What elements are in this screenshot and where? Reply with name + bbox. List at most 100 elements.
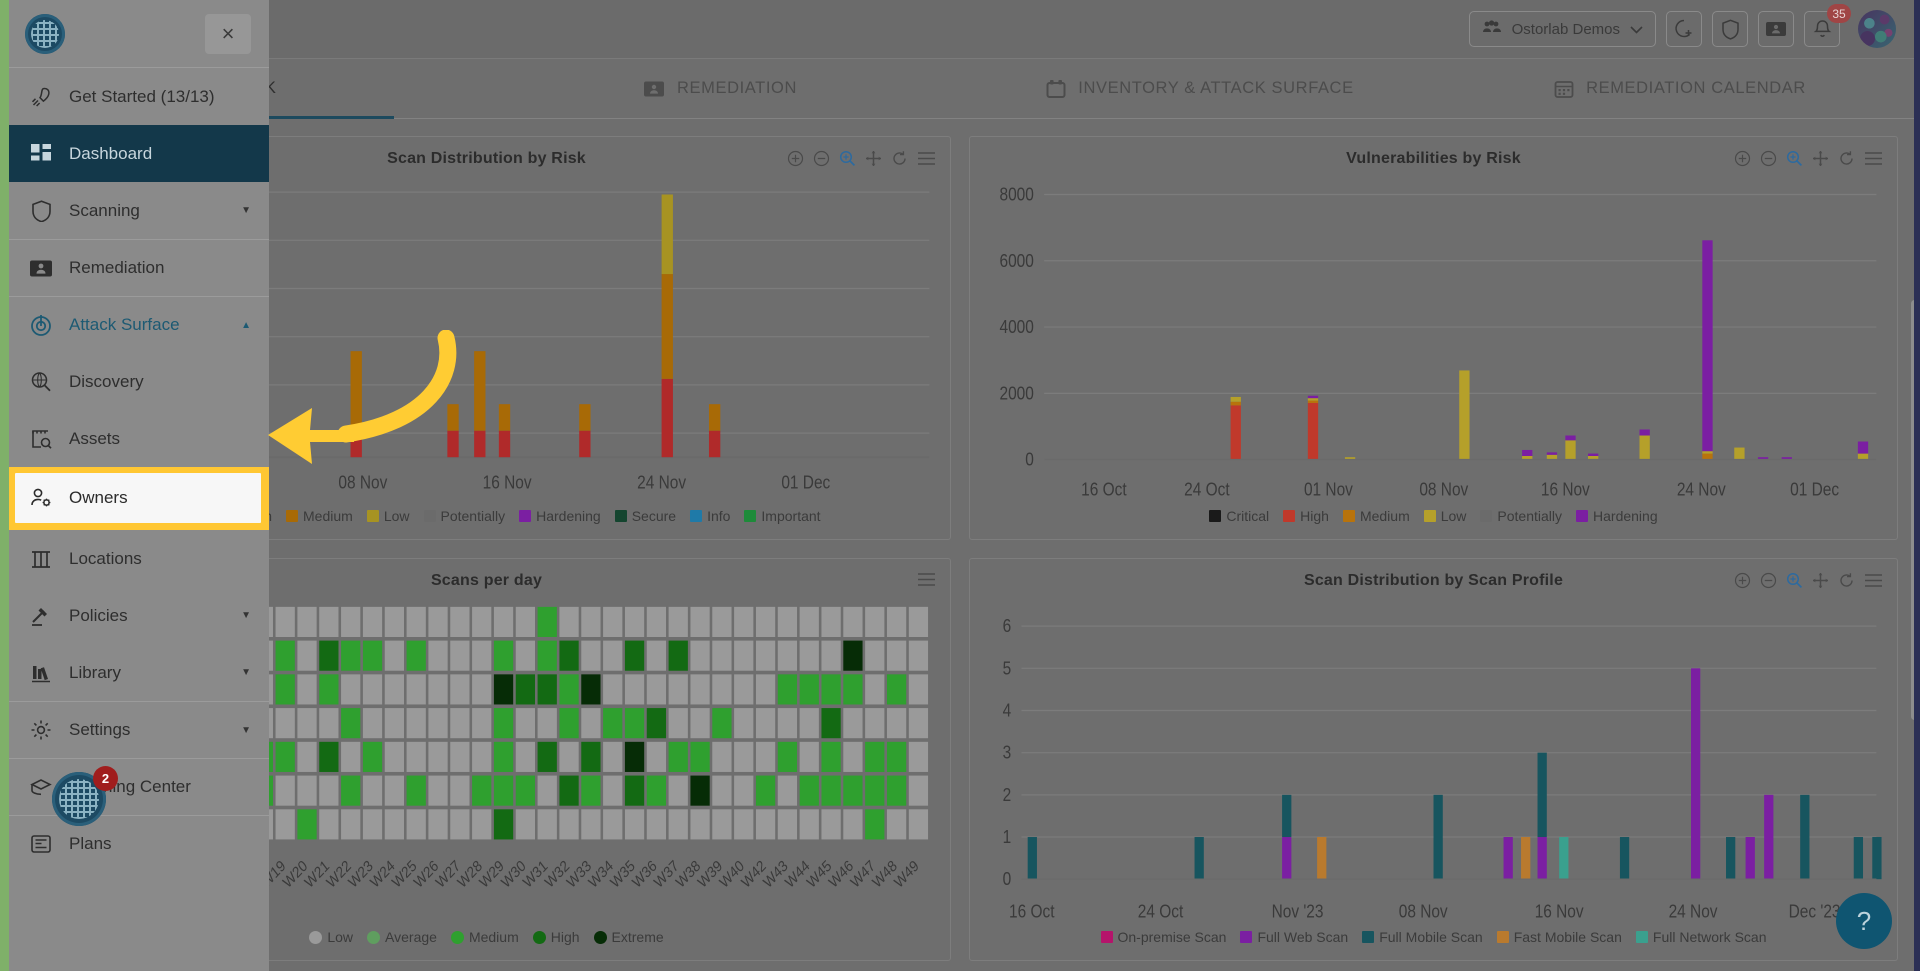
heatmap-cell[interactable] bbox=[493, 606, 514, 637]
sidebar-item-policies[interactable]: Policies ▼ bbox=[9, 587, 269, 644]
heatmap-cell[interactable] bbox=[341, 741, 361, 772]
selection-zoom-icon[interactable] bbox=[839, 150, 856, 167]
add-scan-icon[interactable] bbox=[1666, 11, 1702, 47]
pan-icon[interactable] bbox=[1812, 572, 1829, 589]
zoom-out-icon[interactable] bbox=[813, 150, 830, 167]
pan-icon[interactable] bbox=[865, 150, 882, 167]
legend-item[interactable]: Info bbox=[690, 508, 730, 524]
heatmap-cell[interactable] bbox=[755, 741, 776, 772]
heatmap-cell[interactable] bbox=[712, 775, 732, 806]
heatmap-cell[interactable] bbox=[712, 808, 732, 839]
heatmap-cell[interactable] bbox=[472, 741, 492, 772]
heatmap-cell[interactable] bbox=[908, 673, 929, 704]
tab-inventory-attack-surface[interactable]: INVENTORY & ATTACK SURFACE bbox=[960, 59, 1440, 119]
heatmap-cell[interactable] bbox=[886, 707, 907, 738]
legend-item[interactable]: Potentially bbox=[423, 508, 505, 524]
heatmap-cell[interactable] bbox=[384, 775, 404, 806]
heatmap-cell[interactable] bbox=[406, 673, 426, 704]
heatmap-cell[interactable] bbox=[865, 775, 885, 806]
heatmap-cell[interactable] bbox=[362, 707, 383, 738]
menu-icon[interactable] bbox=[917, 572, 936, 587]
heatmap-cell[interactable] bbox=[603, 606, 623, 637]
selection-zoom-icon[interactable] bbox=[1786, 572, 1803, 589]
heatmap-cell[interactable] bbox=[406, 707, 426, 738]
heatmap-cell[interactable] bbox=[624, 707, 645, 738]
heatmap-cell[interactable] bbox=[908, 741, 929, 772]
menu-icon[interactable] bbox=[1864, 151, 1883, 166]
heatmap-cell[interactable] bbox=[428, 707, 448, 738]
heatmap-cell[interactable] bbox=[777, 707, 798, 738]
tab-remediation[interactable]: REMEDIATION bbox=[480, 59, 960, 119]
heatmap-cell[interactable] bbox=[865, 808, 885, 839]
heatmap-cell[interactable] bbox=[319, 707, 339, 738]
heatmap-cell[interactable] bbox=[734, 673, 754, 704]
heatmap-cell[interactable] bbox=[275, 673, 295, 704]
pan-icon[interactable] bbox=[1812, 150, 1829, 167]
legend-item[interactable]: Full Mobile Scan bbox=[1362, 929, 1483, 945]
heatmap-cell[interactable] bbox=[559, 640, 579, 671]
heatmap-cell[interactable] bbox=[559, 673, 579, 704]
heatmap-cell[interactable] bbox=[799, 808, 819, 839]
heatmap-cell[interactable] bbox=[712, 673, 732, 704]
heatmap-cell[interactable] bbox=[886, 606, 907, 637]
heatmap-cell[interactable] bbox=[603, 808, 623, 839]
heatmap-cell[interactable] bbox=[472, 707, 492, 738]
heatmap-cell[interactable] bbox=[275, 808, 295, 839]
zoom-in-icon[interactable] bbox=[1734, 572, 1751, 589]
heatmap-cell[interactable] bbox=[734, 640, 754, 671]
heatmap-cell[interactable] bbox=[537, 606, 557, 637]
heatmap-cell[interactable] bbox=[384, 707, 404, 738]
heatmap-cell[interactable] bbox=[581, 673, 601, 704]
heatmap-cell[interactable] bbox=[777, 673, 798, 704]
heatmap-cell[interactable] bbox=[865, 606, 885, 637]
heatmap-cell[interactable] bbox=[690, 606, 710, 637]
heatmap-cell[interactable] bbox=[362, 640, 383, 671]
heatmap-cell[interactable] bbox=[799, 707, 819, 738]
sidebar-item-attack-surface[interactable]: Attack Surface ▲ bbox=[9, 296, 269, 353]
heatmap-cell[interactable] bbox=[559, 741, 579, 772]
legend-item[interactable]: Average bbox=[367, 929, 437, 945]
legend-item[interactable]: Full Web Scan bbox=[1240, 929, 1348, 945]
heatmap-cell[interactable] bbox=[450, 741, 470, 772]
heatmap-cell[interactable] bbox=[690, 808, 710, 839]
legend-item[interactable]: Hardening bbox=[519, 508, 601, 524]
heatmap-cell[interactable] bbox=[559, 808, 579, 839]
legend-item[interactable]: Important bbox=[744, 508, 821, 524]
ticket-icon[interactable] bbox=[1758, 11, 1794, 47]
heatmap-cell[interactable] bbox=[428, 606, 448, 637]
heatmap-cell[interactable] bbox=[515, 808, 536, 839]
heatmap-cell[interactable] bbox=[646, 775, 667, 806]
heatmap-cell[interactable] bbox=[799, 741, 819, 772]
heatmap-cell[interactable] bbox=[690, 775, 710, 806]
heatmap-cell[interactable] bbox=[886, 673, 907, 704]
heatmap-cell[interactable] bbox=[603, 707, 623, 738]
heatmap-cell[interactable] bbox=[493, 707, 514, 738]
heatmap-cell[interactable] bbox=[275, 741, 295, 772]
legend-item[interactable]: Medium bbox=[1342, 508, 1410, 524]
heatmap-cell[interactable] bbox=[886, 741, 907, 772]
heatmap-cell[interactable] bbox=[712, 606, 732, 637]
heatmap-cell[interactable] bbox=[908, 707, 929, 738]
sidebar-item-owners[interactable]: Owners bbox=[15, 473, 261, 523]
heatmap-cell[interactable] bbox=[537, 741, 557, 772]
heatmap-cell[interactable] bbox=[843, 741, 863, 772]
sidebar-item-remediation[interactable]: Remediation bbox=[9, 239, 269, 296]
heatmap-cell[interactable] bbox=[493, 775, 514, 806]
heatmap-cell[interactable] bbox=[646, 673, 667, 704]
heatmap-cell[interactable] bbox=[821, 640, 841, 671]
shield-icon[interactable] bbox=[1712, 11, 1748, 47]
heatmap-cell[interactable] bbox=[734, 808, 754, 839]
heatmap-cell[interactable] bbox=[472, 808, 492, 839]
heatmap-cell[interactable] bbox=[690, 673, 710, 704]
heatmap-cell[interactable] bbox=[603, 775, 623, 806]
zoom-out-icon[interactable] bbox=[1760, 572, 1777, 589]
heatmap-cell[interactable] bbox=[821, 775, 841, 806]
heatmap-cell[interactable] bbox=[668, 606, 688, 637]
heatmap-cell[interactable] bbox=[362, 606, 383, 637]
heatmap-cell[interactable] bbox=[406, 741, 426, 772]
sidebar-item-locations[interactable]: Locations bbox=[9, 530, 269, 587]
sidebar-item-plans[interactable]: Plans bbox=[9, 815, 269, 872]
heatmap-cell[interactable] bbox=[537, 775, 557, 806]
heatmap-cell[interactable] bbox=[734, 707, 754, 738]
heatmap-cell[interactable] bbox=[712, 640, 732, 671]
